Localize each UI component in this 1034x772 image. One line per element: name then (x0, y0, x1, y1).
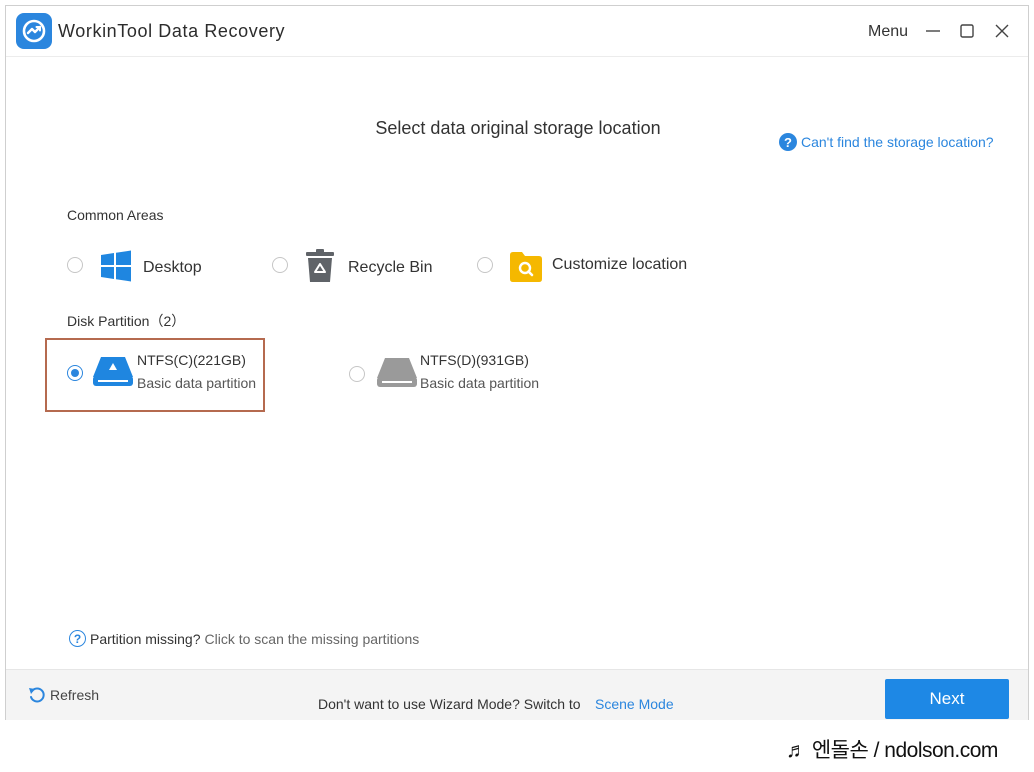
recycle-bin-option-label[interactable]: Recycle Bin (348, 259, 432, 277)
partition-d-description: Basic data partition (420, 375, 540, 391)
question-icon: ? (779, 133, 797, 151)
wizard-mode-text: Don't want to use Wizard Mode? Switch to (318, 696, 581, 712)
app-title: WorkinTool Data Recovery (58, 21, 286, 41)
folder-search-icon (509, 249, 543, 288)
question-icon: ? (69, 630, 86, 647)
partition-c-name: NTFS(C)(221GB) (137, 352, 246, 368)
storage-help-link[interactable]: ? Can't find the storage location? (779, 133, 994, 151)
partition-missing-row: ? Partition missing? Click to scan the m… (69, 630, 419, 647)
partition-d-radio[interactable] (349, 366, 365, 382)
windows-icon (100, 250, 132, 287)
customize-location-radio[interactable] (477, 257, 493, 273)
app-window: WorkinTool Data Recovery Menu Select dat… (5, 5, 1029, 720)
watermark-text: ♬ 엔돌손 / ndolson.com (786, 739, 998, 762)
storage-help-label: Can't find the storage location? (801, 134, 994, 150)
menu-button[interactable]: Menu (868, 23, 908, 41)
desktop-radio[interactable] (67, 257, 83, 273)
app-logo-icon (16, 13, 52, 49)
footer-bar: Refresh Don't want to use Wizard Mode? S… (6, 669, 1028, 720)
refresh-button[interactable]: Refresh (28, 686, 99, 704)
close-button[interactable] (991, 20, 1013, 42)
minimize-button[interactable] (922, 20, 944, 42)
hard-drive-icon (376, 356, 418, 393)
maximize-icon (960, 24, 974, 38)
hard-drive-icon (92, 355, 134, 392)
scan-missing-partitions-link[interactable]: Click to scan the missing partitions (205, 631, 420, 647)
common-areas-label: Common Areas (67, 207, 164, 223)
partition-c-description: Basic data partition (137, 375, 257, 391)
partition-c-radio[interactable] (67, 365, 83, 381)
disk-partition-label: Disk Partition（2） (67, 313, 186, 329)
refresh-icon (29, 687, 45, 703)
minimize-icon (926, 30, 940, 32)
maximize-button[interactable] (956, 20, 978, 42)
scene-mode-link[interactable]: Scene Mode (595, 696, 674, 712)
recycle-bin-radio[interactable] (272, 257, 288, 273)
next-button[interactable]: Next (885, 679, 1009, 719)
title-bar: WorkinTool Data Recovery Menu (6, 6, 1028, 57)
recycle-bin-icon (304, 249, 336, 288)
desktop-option-label[interactable]: Desktop (143, 259, 202, 277)
close-icon (995, 24, 1009, 38)
partition-missing-label: Partition missing? (90, 630, 201, 647)
customize-location-option-label[interactable]: Customize location (552, 256, 687, 274)
partition-d-name: NTFS(D)(931GB) (420, 352, 529, 368)
refresh-label: Refresh (50, 687, 100, 703)
